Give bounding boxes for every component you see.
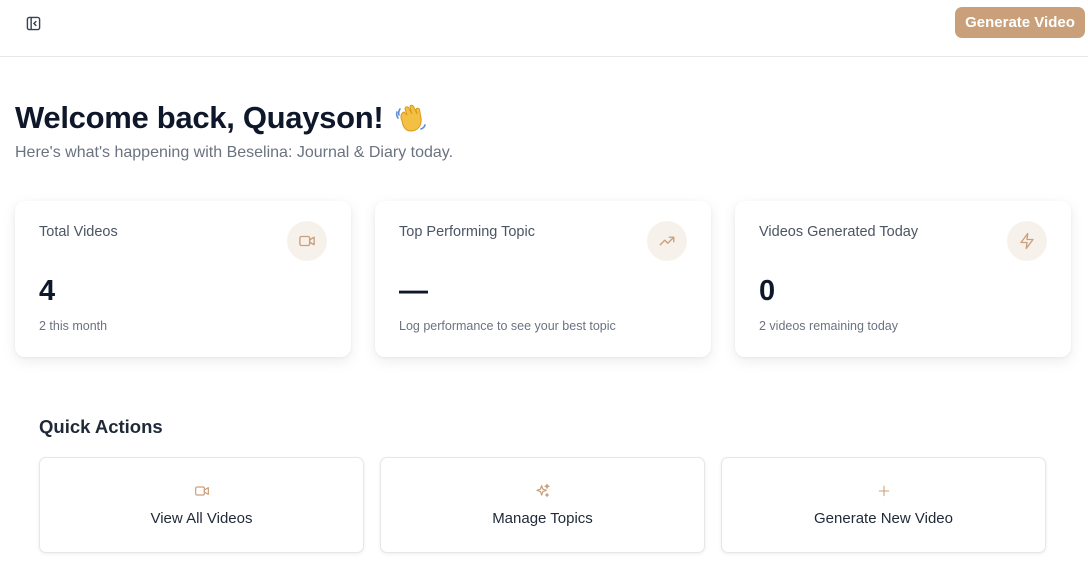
stat-value: 0 [759,275,776,307]
video-icon [287,221,327,261]
waving-hand-icon [393,101,427,135]
welcome-title: Welcome back, Quayson! [15,100,384,135]
lightning-icon [1007,221,1047,261]
plus-icon [722,483,1045,499]
stat-label: Top Performing Topic [399,224,535,240]
generate-new-video-button[interactable]: Generate New Video [721,457,1046,553]
stat-caption: 2 videos remaining today [759,319,898,333]
stat-card-total-videos: Total Videos 4 2 this month [15,201,351,357]
view-all-videos-button[interactable]: View All Videos [39,457,364,553]
sparkles-icon [381,483,704,499]
stat-caption: Log performance to see your best topic [399,319,616,333]
stat-value: — [399,275,428,307]
manage-topics-button[interactable]: Manage Topics [380,457,705,553]
stat-card-generated-today: Videos Generated Today 0 2 videos remain… [735,201,1071,357]
stat-value: 4 [39,275,56,307]
panel-left-close-icon[interactable] [22,12,44,34]
stat-caption: 2 this month [39,319,108,333]
welcome-heading: Welcome back, Quayson! [15,100,427,136]
quick-action-label: Generate New Video [814,510,953,527]
quick-action-label: View All Videos [150,510,253,527]
welcome-subtitle: Here's what's happening with Beselina: J… [15,144,454,161]
top-bar: Generate Video [0,0,1088,57]
video-icon [40,483,363,499]
stat-label: Total Videos [39,224,118,240]
quick-actions-title: Quick Actions [39,416,163,437]
trending-up-icon [647,221,687,261]
stat-card-top-topic: Top Performing Topic — Log performance t… [375,201,711,357]
generate-video-button[interactable]: Generate Video [955,7,1085,38]
quick-action-label: Manage Topics [492,510,593,527]
stat-label: Videos Generated Today [759,224,919,240]
